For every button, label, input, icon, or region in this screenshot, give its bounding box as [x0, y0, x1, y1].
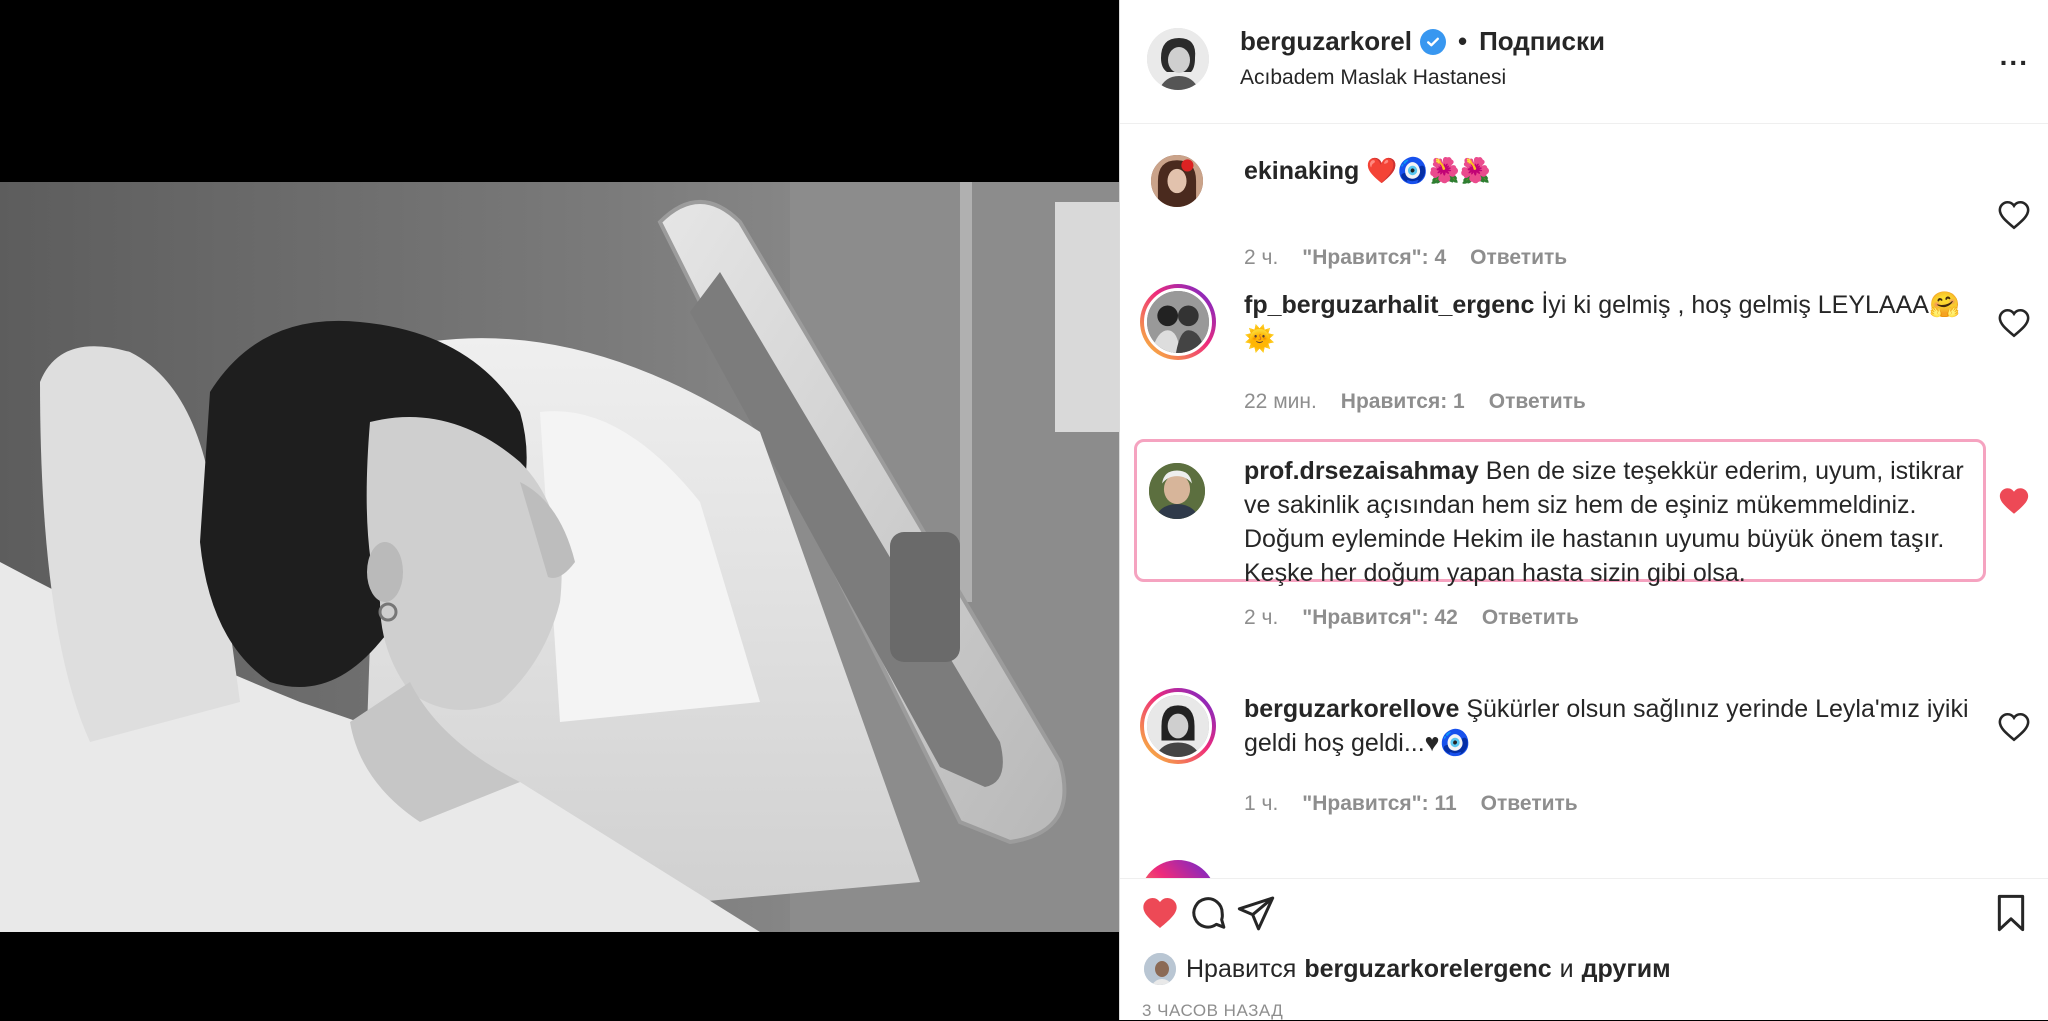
comment-time: 2 ч. [1244, 246, 1279, 269]
comment-likes[interactable]: "Нравится": 42 [1302, 606, 1458, 630]
comment-meta: 1 ч. "Нравится": 11 Ответить [1244, 792, 1578, 816]
post-actions: Нравится berguzarkorelergenc и другим 3 … [1120, 878, 2048, 1020]
post-timestamp[interactable]: 3 ЧАСОВ НАЗАД [1142, 1001, 1283, 1021]
comment-username[interactable]: ekinaking [1244, 157, 1359, 185]
comment-username[interactable]: berguzarkorellove [1244, 695, 1459, 723]
author-avatar[interactable] [1147, 28, 1209, 90]
comment-time: 1 ч. [1244, 792, 1279, 815]
likes-others[interactable]: другим [1582, 955, 1671, 984]
post-viewer: berguzarkorel • Подписки Acıbadem Maslak… [0, 0, 2048, 1020]
commenter-avatar[interactable] [1140, 688, 1216, 764]
commenter-avatar[interactable] [1144, 148, 1210, 214]
comment-time: 22 мин. [1244, 390, 1317, 413]
post-location[interactable]: Acıbadem Maslak Hastanesi [1240, 66, 1506, 90]
comment-meta: 2 ч. "Нравится": 42 Ответить [1244, 606, 1579, 630]
heart-outline-icon[interactable] [1997, 198, 2031, 232]
comment-body: berguzarkorellove Şükürler olsun sağlını… [1244, 692, 1984, 760]
comment-body: ekinaking ❤️🧿🌺🌺 [1244, 154, 1984, 188]
comment-text: ❤️🧿🌺🌺 [1366, 157, 1491, 185]
likes-and: и [1559, 954, 1574, 983]
heart-outline-icon[interactable] [1997, 306, 2031, 340]
comment-likes[interactable]: "Нравится": 4 [1302, 246, 1446, 270]
commenter-avatar[interactable] [1142, 456, 1212, 526]
heart-outline-icon[interactable] [1997, 710, 2031, 744]
comments-list[interactable]: ekinaking ❤️🧿🌺🌺 2 ч. "Нравится": 4 Ответ… [1120, 124, 2048, 878]
author-line: berguzarkorel • Подписки [1240, 26, 1605, 57]
liker-avatar[interactable] [1142, 951, 1178, 987]
reply-button[interactable]: Ответить [1470, 246, 1567, 270]
post-header: berguzarkorel • Подписки Acıbadem Maslak… [1120, 0, 2048, 124]
share-icon[interactable] [1236, 893, 1276, 933]
more-options-icon[interactable]: ... [2000, 40, 2029, 72]
header-separator: • [1457, 26, 1468, 56]
reply-button[interactable]: Ответить [1489, 390, 1586, 414]
comment-item: berguzarkorellove Şükürler olsun sağlını… [1120, 688, 2048, 838]
likes-summary[interactable]: Нравится berguzarkorelergenc и другим [1142, 951, 1671, 987]
next-comment-avatar[interactable] [1140, 860, 1216, 878]
comment-meta: 2 ч. "Нравится": 4 Ответить [1244, 246, 1567, 270]
commenter-avatar[interactable] [1140, 284, 1216, 360]
verified-badge-icon [1419, 28, 1446, 55]
photo-pane [0, 0, 1119, 1020]
comment-item: fp_berguzarhalit_ergenc İyi ki gelmiş , … [1120, 284, 2048, 434]
comment-likes[interactable]: Нравится: 1 [1341, 390, 1465, 414]
bookmark-icon[interactable] [1991, 893, 2031, 933]
comment-username[interactable]: fp_berguzarhalit_ergenc [1244, 291, 1534, 319]
following-button[interactable]: Подписки [1479, 26, 1605, 57]
comment-username[interactable]: prof.drsezaisahmay [1244, 457, 1479, 485]
comment-icon[interactable] [1188, 893, 1228, 933]
comment-item: ekinaking ❤️🧿🌺🌺 2 ч. "Нравится": 4 Ответ… [1120, 148, 2048, 278]
heart-filled-icon[interactable] [1140, 893, 1180, 933]
likes-prefix: Нравится [1186, 954, 1297, 983]
comment-body: fp_berguzarhalit_ergenc İyi ki gelmiş , … [1244, 288, 1984, 356]
comment-body: prof.drsezaisahmay Ben de size teşekkür … [1244, 454, 1984, 590]
comment-meta: 22 мин. Нравится: 1 Ответить [1244, 390, 1586, 414]
reply-button[interactable]: Ответить [1481, 792, 1578, 816]
comment-item: prof.drsezaisahmay Ben de size teşekkür … [1120, 456, 2048, 646]
likes-username[interactable]: berguzarkorelergenc [1304, 955, 1551, 984]
heart-filled-icon[interactable] [1997, 484, 2031, 518]
comment-likes[interactable]: "Нравится": 11 [1302, 792, 1456, 816]
post-photo[interactable] [0, 182, 1119, 932]
reply-button[interactable]: Ответить [1482, 606, 1579, 630]
comment-time: 2 ч. [1244, 606, 1279, 629]
post-panel: berguzarkorel • Подписки Acıbadem Maslak… [1119, 0, 2048, 1020]
author-username[interactable]: berguzarkorel [1240, 26, 1412, 57]
